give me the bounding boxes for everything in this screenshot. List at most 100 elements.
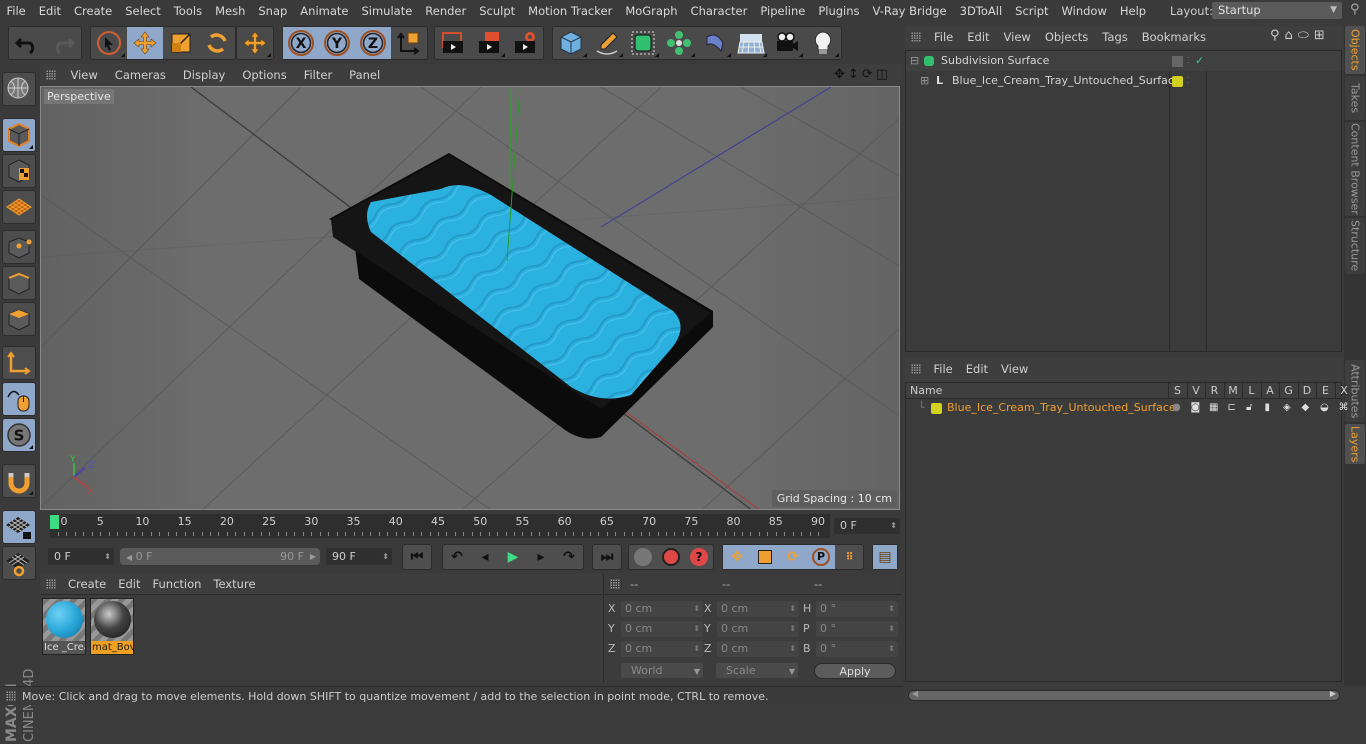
visibility-dots-icon[interactable]: ⁚ xyxy=(1187,71,1190,91)
play-button[interactable]: ▶ xyxy=(499,545,527,569)
menu-item[interactable]: Edit xyxy=(112,577,146,591)
tab-objects[interactable]: Objects xyxy=(1345,26,1365,74)
autokey-button[interactable] xyxy=(657,545,685,569)
key-pla-button[interactable]: ⠿ xyxy=(835,545,863,569)
coordinate-mode-select[interactable]: World ▼ xyxy=(621,663,703,678)
column-header-l[interactable]: L xyxy=(1242,383,1260,399)
scroll-right-icon[interactable]: ▶ xyxy=(1330,689,1336,698)
menu-item[interactable]: 3DToAll xyxy=(953,4,1009,18)
undo-button[interactable] xyxy=(9,27,45,59)
view-icon[interactable]: ◙ xyxy=(1191,399,1201,417)
size-mode-select[interactable]: Scale ▼ xyxy=(716,663,798,678)
key-position-button[interactable]: ✥ xyxy=(723,545,751,569)
playhead[interactable] xyxy=(50,515,59,529)
enable-axis-button[interactable] xyxy=(2,346,36,380)
menu-item[interactable]: Objects xyxy=(1038,30,1095,44)
make-editable-button[interactable] xyxy=(2,72,36,106)
z-axis-lock-button[interactable]: Z xyxy=(355,27,391,59)
object-name[interactable]: Blue_Ice_Cream_Tray_Untouched_Surface xyxy=(952,71,1181,91)
menu-item[interactable]: Function xyxy=(147,577,208,591)
deformer-button[interactable] xyxy=(697,27,733,59)
frame-range-slider[interactable]: ◀ 0 F 90 F ▶ xyxy=(120,548,320,565)
polygons-mode-button[interactable] xyxy=(2,302,36,336)
menu-item[interactable]: Create xyxy=(68,4,119,18)
object-row[interactable]: ⊞ L Blue_Ice_Cream_Tray_Untouched_Surfac… xyxy=(906,71,1341,91)
generator-icon[interactable]: ◈ xyxy=(1283,399,1291,417)
layer-color-swatch[interactable] xyxy=(1172,71,1183,91)
points-mode-button[interactable] xyxy=(2,230,36,264)
menu-item[interactable]: Filter xyxy=(295,68,340,82)
menu-item[interactable]: Texture xyxy=(207,577,261,591)
menu-item[interactable]: Panel xyxy=(341,68,389,82)
menu-item[interactable]: Character xyxy=(684,4,754,18)
scroll-left-icon[interactable]: ◀ xyxy=(912,689,918,698)
previous-frame-button[interactable]: ◂ xyxy=(471,545,499,569)
start-frame-field[interactable]: 0 F ⬍ xyxy=(48,548,114,565)
column-header-a[interactable]: A xyxy=(1260,383,1279,399)
redo-button[interactable] xyxy=(45,27,81,59)
key-scale-button[interactable] xyxy=(751,545,779,569)
column-header-x[interactable]: X xyxy=(1334,383,1353,399)
menu-item[interactable]: Animate xyxy=(294,4,355,18)
menu-item[interactable]: Render xyxy=(419,4,473,18)
menu-item[interactable]: Edit xyxy=(32,4,67,18)
menu-item[interactable]: Display xyxy=(174,68,233,82)
menu-item[interactable]: Motion Tracker xyxy=(522,4,619,18)
menu-item[interactable]: Select xyxy=(119,4,167,18)
timeline-window-button[interactable]: ▤ xyxy=(873,545,897,569)
render-icon[interactable]: ▦ xyxy=(1209,399,1218,417)
menu-item[interactable]: Tools xyxy=(167,4,208,18)
go-to-start-button[interactable]: ⏮ xyxy=(403,545,431,569)
layer-color-swatch[interactable] xyxy=(931,399,942,417)
layer-scrollbar[interactable]: ◀ ▶ xyxy=(908,689,1340,701)
texture-mode-button[interactable] xyxy=(2,154,36,188)
search-icon[interactable]: ⚲ xyxy=(1350,2,1360,17)
coordinate-field[interactable]: 0 cm ⬍ xyxy=(717,641,799,657)
tab-structure[interactable]: Structure xyxy=(1345,218,1365,274)
record-keys-button[interactable] xyxy=(629,545,657,569)
column-header-s[interactable]: S xyxy=(1168,383,1186,399)
menu-item[interactable]: Plugins xyxy=(812,4,866,18)
maximize-view-icon[interactable]: ◫ xyxy=(876,67,888,82)
floor-button[interactable] xyxy=(733,27,769,59)
solo-icon[interactable]: ● xyxy=(1172,399,1181,417)
workplane-mode-button[interactable] xyxy=(2,190,36,224)
menu-item[interactable]: Cameras xyxy=(106,68,174,82)
menu-item[interactable]: Create xyxy=(62,577,112,591)
next-key-button[interactable]: ↷ xyxy=(555,545,583,569)
enabled-check-icon[interactable]: ✓ xyxy=(1195,51,1204,71)
column-header-g[interactable]: G xyxy=(1279,383,1297,399)
animation-icon[interactable]: ▮ xyxy=(1265,399,1271,417)
xref-icon[interactable]: ⌘ xyxy=(1339,399,1349,417)
move-tool-button[interactable] xyxy=(127,27,163,59)
current-frame-field[interactable]: 0 F ⬍ xyxy=(834,518,900,534)
material-swatch[interactable]: mat_Bov xyxy=(90,598,134,655)
menu-item[interactable]: Simulate xyxy=(355,4,419,18)
menu-item[interactable]: MoGraph xyxy=(619,4,684,18)
menu-item[interactable]: Pipeline xyxy=(754,4,812,18)
pan-icon[interactable]: ✥ xyxy=(834,67,845,82)
timeline-ruler[interactable]: 0 5 10 15 20 25 30 35 40 45 50 55 60 65 70 75 80 85 90 xyxy=(50,514,830,538)
menu-item[interactable]: Bookmarks xyxy=(1135,30,1213,44)
coordinate-field[interactable]: 0 ° ⬍ xyxy=(816,621,898,637)
column-header-m[interactable]: M xyxy=(1223,383,1242,399)
object-row[interactable]: ⊟ Subdivision Surface ⁚ ✓ xyxy=(906,51,1341,71)
cloner-button[interactable] xyxy=(661,27,697,59)
column-header-r[interactable]: R xyxy=(1205,383,1223,399)
model-mode-button[interactable] xyxy=(2,118,36,152)
home-icon[interactable]: ⌂ xyxy=(1285,28,1293,43)
menu-item[interactable]: Edit xyxy=(960,30,996,44)
coordinate-field[interactable]: 0 cm ⬍ xyxy=(717,601,799,617)
light-button[interactable] xyxy=(805,27,841,59)
subdivision-surface-button[interactable] xyxy=(625,27,661,59)
zoom-icon[interactable]: ↕ xyxy=(848,67,859,82)
menu-item[interactable]: File xyxy=(927,30,960,44)
column-header-e[interactable]: E xyxy=(1316,383,1334,399)
coordinate-field[interactable]: 0 cm ⬍ xyxy=(717,621,799,637)
3d-viewport[interactable]: Y Z X Perspective Grid Spacing : 10 cm xyxy=(40,86,900,510)
cube-object-button[interactable] xyxy=(553,27,589,59)
tab-takes[interactable]: Takes xyxy=(1345,76,1365,120)
key-rotation-button[interactable]: ⟳ xyxy=(779,545,807,569)
deformer-icon[interactable]: ◆ xyxy=(1302,399,1310,417)
menu-item[interactable]: View xyxy=(62,68,106,82)
